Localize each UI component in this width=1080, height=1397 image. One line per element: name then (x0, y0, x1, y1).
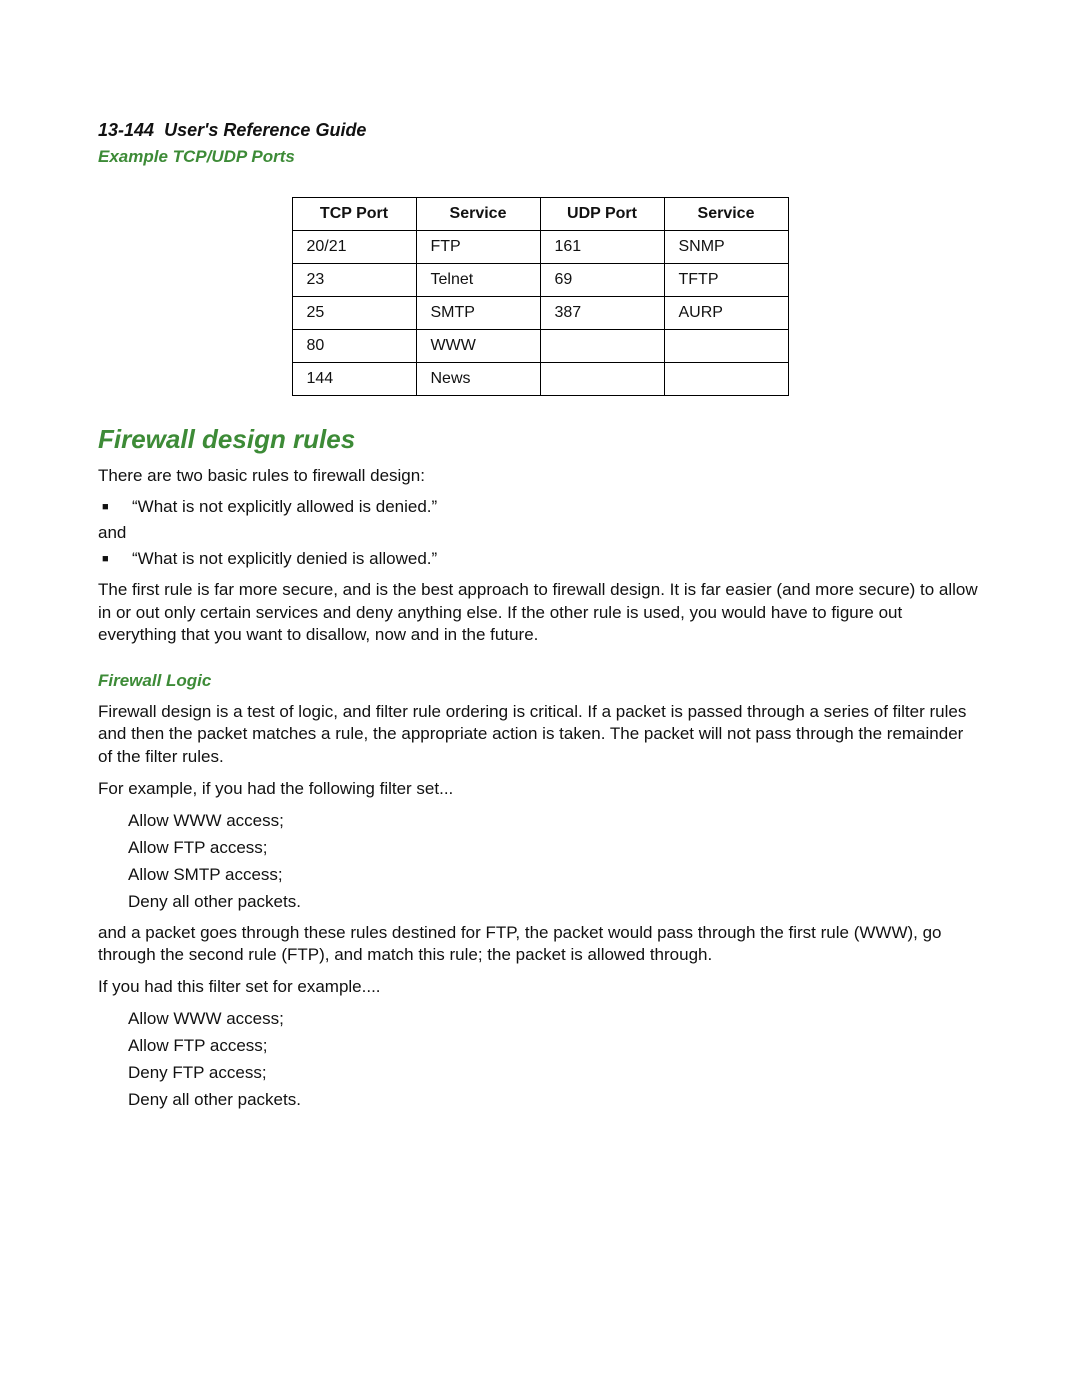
intro-paragraph: There are two basic rules to firewall de… (98, 465, 982, 487)
section-title-firewall-design: Firewall design rules (98, 424, 982, 455)
page-header: 13-144 User's Reference Guide (98, 120, 982, 141)
th-udp-service: Service (664, 198, 788, 231)
table-cell (664, 363, 788, 396)
table-cell: 80 (292, 330, 416, 363)
table-cell: 161 (540, 231, 664, 264)
document-page: 13-144 User's Reference Guide Example TC… (0, 0, 1080, 1397)
filter-line: Deny FTP access; (128, 1063, 982, 1083)
table-cell (664, 330, 788, 363)
table-cell: AURP (664, 297, 788, 330)
table-cell: 144 (292, 363, 416, 396)
rule-item-2: “What is not explicitly denied is allowe… (98, 549, 982, 569)
table-row: 80 WWW (292, 330, 788, 363)
table-cell (540, 363, 664, 396)
table-header-row: TCP Port Service UDP Port Service (292, 198, 788, 231)
th-tcp-port: TCP Port (292, 198, 416, 231)
th-udp-port: UDP Port (540, 198, 664, 231)
and-text: and (98, 523, 982, 543)
ports-table: TCP Port Service UDP Port Service 20/21 … (292, 197, 789, 396)
filter-line: Allow WWW access; (128, 811, 982, 831)
table-cell: FTP (416, 231, 540, 264)
logic-paragraph-4: If you had this filter set for example..… (98, 976, 982, 998)
firewall-logic-heading: Firewall Logic (98, 671, 982, 691)
filter-line: Deny all other packets. (128, 892, 982, 912)
th-tcp-service: Service (416, 198, 540, 231)
table-cell: SNMP (664, 231, 788, 264)
table-row: 25 SMTP 387 AURP (292, 297, 788, 330)
table-cell: TFTP (664, 264, 788, 297)
filter-set-2: Allow WWW access; Allow FTP access; Deny… (128, 1009, 982, 1110)
table-cell: 69 (540, 264, 664, 297)
table-cell: SMTP (416, 297, 540, 330)
table-cell: 387 (540, 297, 664, 330)
page-number: 13-144 (98, 120, 154, 140)
filter-line: Allow WWW access; (128, 1009, 982, 1029)
filter-line: Deny all other packets. (128, 1090, 982, 1110)
table-row: 23 Telnet 69 TFTP (292, 264, 788, 297)
rule-list: “What is not explicitly allowed is denie… (98, 497, 982, 517)
rule-item-1: “What is not explicitly allowed is denie… (98, 497, 982, 517)
table-cell (540, 330, 664, 363)
table-cell: 20/21 (292, 231, 416, 264)
table-cell: News (416, 363, 540, 396)
table-cell: Telnet (416, 264, 540, 297)
table-cell: WWW (416, 330, 540, 363)
filter-line: Allow FTP access; (128, 1036, 982, 1056)
filter-line: Allow SMTP access; (128, 865, 982, 885)
table-row: 20/21 FTP 161 SNMP (292, 231, 788, 264)
section-subtitle: Example TCP/UDP Ports (98, 147, 982, 167)
logic-paragraph-3: and a packet goes through these rules de… (98, 922, 982, 967)
guide-title: User's Reference Guide (164, 120, 366, 140)
table-cell: 25 (292, 297, 416, 330)
table-cell: 23 (292, 264, 416, 297)
rule-list: “What is not explicitly denied is allowe… (98, 549, 982, 569)
filter-line: Allow FTP access; (128, 838, 982, 858)
logic-paragraph-1: Firewall design is a test of logic, and … (98, 701, 982, 768)
logic-paragraph-2: For example, if you had the following fi… (98, 778, 982, 800)
table-row: 144 News (292, 363, 788, 396)
filter-set-1: Allow WWW access; Allow FTP access; Allo… (128, 811, 982, 912)
paragraph-security: The first rule is far more secure, and i… (98, 579, 982, 646)
